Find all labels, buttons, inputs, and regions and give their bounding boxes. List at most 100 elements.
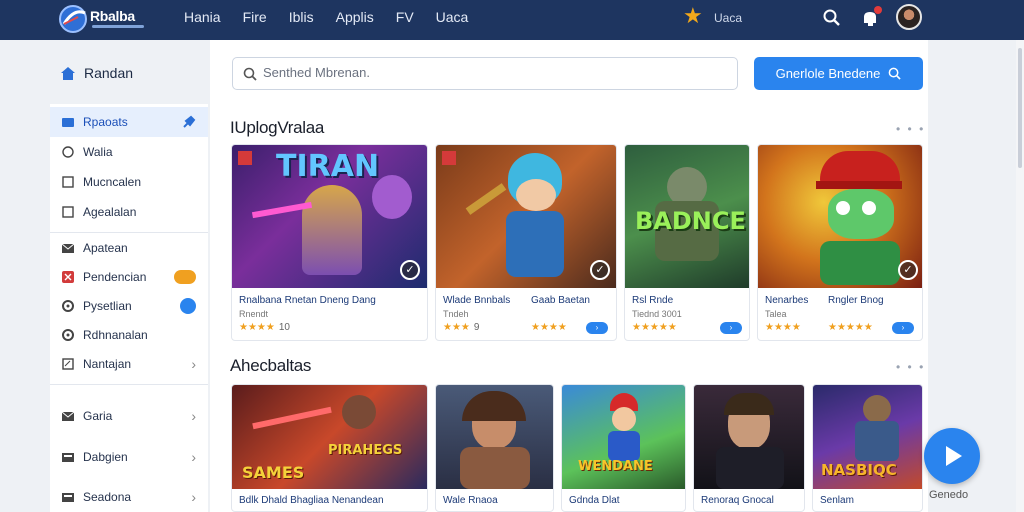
sidebar-item-agealalan[interactable]: Agealalan: [50, 197, 208, 227]
game-art: TIRAN: [232, 145, 427, 288]
chevron-right-icon: ›: [191, 356, 196, 372]
game-card[interactable]: Renoraq Gnocal: [693, 384, 805, 512]
game-card[interactable]: Wale Rnaoa: [435, 384, 554, 512]
brand-tagline: [92, 25, 144, 28]
game-art: WENDANE: [562, 385, 685, 489]
art-title: WENDANE: [578, 459, 653, 474]
star-icon[interactable]: ★: [683, 5, 703, 27]
points-label: Uaca: [714, 11, 743, 25]
sidebar-item-label: Dabgien: [83, 450, 128, 464]
nav-item[interactable]: Fire: [243, 9, 267, 25]
sidebar-item-nantajan[interactable]: Nantajan ›: [50, 349, 208, 379]
game-card[interactable]: PIRAHEGS SAMES Bdlk Dhald Bhagliaa Nenan…: [231, 384, 428, 512]
gear-icon: [62, 329, 74, 341]
search-button[interactable]: Gnerlole Bnedene: [754, 57, 923, 90]
sidebar-item-seadona[interactable]: Seadona ›: [50, 482, 208, 512]
game-title: Bdlk Dhald Bhagliaa Nenandean: [239, 495, 384, 506]
avatar[interactable]: [896, 4, 922, 30]
game-subtitle: Talea: [765, 309, 787, 319]
play-fab-button[interactable]: [924, 428, 980, 484]
sidebar-item-dabgien[interactable]: Dabgien ›: [50, 442, 208, 472]
play-button[interactable]: ›: [586, 322, 608, 334]
check-icon[interactable]: ✓: [590, 260, 610, 280]
rating-stars: ★★★★: [531, 322, 567, 333]
notification-bell-icon[interactable]: [860, 6, 882, 30]
play-button[interactable]: ›: [720, 322, 742, 334]
game-card[interactable]: ✓ Wlade Bnnbals Tndeh ★★★ 9 Gaab Baetan ★…: [435, 144, 617, 341]
section-title: Ahecbaltas: [230, 356, 312, 375]
rating-count: 9: [473, 322, 480, 333]
art-title: PIRAHEGS: [328, 443, 403, 458]
mail-icon: [62, 411, 74, 421]
game-title: Renoraq Gnocal: [701, 495, 774, 506]
game-art: BADNCE: [625, 145, 749, 288]
rating-stars: ★★★ 9: [443, 322, 480, 333]
check-icon[interactable]: ✓: [898, 260, 918, 280]
nav-item[interactable]: Applis: [336, 9, 374, 25]
sidebar-item-garia[interactable]: Garia ›: [50, 401, 208, 431]
sidebar-item-label: Nantajan: [83, 357, 132, 371]
sidebar-item-label: Apatean: [83, 241, 128, 255]
rating-stars: ★★★★★: [632, 322, 677, 333]
sidebar-item-apatean[interactable]: Apatean: [50, 233, 208, 263]
game-card[interactable]: TIRAN ✓ Rnalbana Rnetan Dneng Dang Rnend…: [231, 144, 428, 341]
game-card[interactable]: BADNCE Rsl Rnde Tiednd 3001 ★★★★★ ›: [624, 144, 750, 341]
game-card[interactable]: ✓ Nenarbes Talea ★★★★ Rngler Bnog ★★★★★ …: [757, 144, 923, 341]
rating-stars: ★★★★★: [828, 322, 873, 333]
scrollbar-thumb[interactable]: [1018, 48, 1022, 168]
game-subtitle: Rnendt: [239, 309, 269, 319]
game-art: [694, 385, 804, 489]
brand-name[interactable]: Rbalba: [90, 8, 135, 24]
rating-count: 10: [278, 322, 290, 333]
game-title: Rngler Bnog: [828, 295, 884, 306]
sidebar-item-label: Pysetlian: [83, 299, 132, 313]
folder-icon: [62, 118, 74, 127]
circle-icon: [62, 146, 74, 158]
sidebar-item-label: Agealalan: [83, 205, 137, 219]
search-button-label: Gnerlole Bnedene: [775, 66, 881, 81]
nav-item[interactable]: Uaca: [436, 9, 469, 25]
sidebar-item-pendencian[interactable]: Pendencian: [50, 262, 208, 292]
game-title: Nenarbes: [765, 295, 809, 306]
art-title: TIRAN: [276, 149, 380, 184]
game-art: NASBIQC: [813, 385, 922, 489]
search-icon: [889, 67, 902, 80]
search-input[interactable]: [263, 65, 713, 80]
play-button[interactable]: ›: [892, 322, 914, 334]
section-title: IUplogVralaa: [230, 118, 325, 137]
nav-item[interactable]: Hania: [184, 9, 221, 25]
sidebar-header[interactable]: Randan: [60, 65, 133, 81]
game-title: Wale Rnaoa: [443, 495, 498, 506]
brand-logo-icon[interactable]: [58, 4, 90, 34]
sidebar-item-pysetlian[interactable]: Pysetlian: [50, 291, 208, 321]
sidebar-item-mucncalen[interactable]: Mucncalen: [50, 167, 208, 197]
more-icon[interactable]: • • •: [896, 122, 925, 136]
game-card[interactable]: NASBIQC Senlam: [812, 384, 923, 512]
game-title: Wlade Bnnbals: [443, 295, 511, 306]
rating-stars: ★★★★ 10: [239, 322, 290, 333]
more-icon[interactable]: • • •: [896, 360, 925, 374]
chevron-right-icon: ›: [191, 449, 196, 465]
sidebar-item-walia[interactable]: Walia: [50, 137, 208, 167]
search-icon[interactable]: [822, 8, 842, 28]
toggle-switch[interactable]: [180, 298, 196, 314]
sidebar-item-rdhnanalan[interactable]: Rdhnanalan: [50, 320, 208, 350]
game-card[interactable]: WENDANE Gdnda Dlat: [561, 384, 686, 512]
rating-stars: ★★★★: [765, 322, 801, 333]
sidebar-item-label: Rpaoats: [83, 115, 128, 129]
game-title: Senlam: [820, 495, 854, 506]
sidebar-item-label: Mucncalen: [83, 175, 142, 189]
nav-item[interactable]: Iblis: [289, 9, 314, 25]
nav-item[interactable]: FV: [396, 9, 414, 25]
art-title: NASBIQC: [821, 461, 897, 479]
sidebar-item-label: Pendencian: [83, 270, 147, 284]
toggle-switch[interactable]: [174, 270, 196, 284]
search-box[interactable]: [232, 57, 738, 90]
game-title: Gdnda Dlat: [569, 495, 620, 506]
sidebar-item-rpaoats[interactable]: Rpaoats: [50, 107, 208, 137]
pin-icon[interactable]: [182, 115, 196, 129]
game-title: Rsl Rnde: [632, 295, 674, 306]
top-bar: Rbalba Hania Fire Iblis Applis FV Uaca ★…: [0, 0, 1024, 40]
check-icon[interactable]: ✓: [400, 260, 420, 280]
game-subtitle: Tndeh: [443, 309, 469, 319]
